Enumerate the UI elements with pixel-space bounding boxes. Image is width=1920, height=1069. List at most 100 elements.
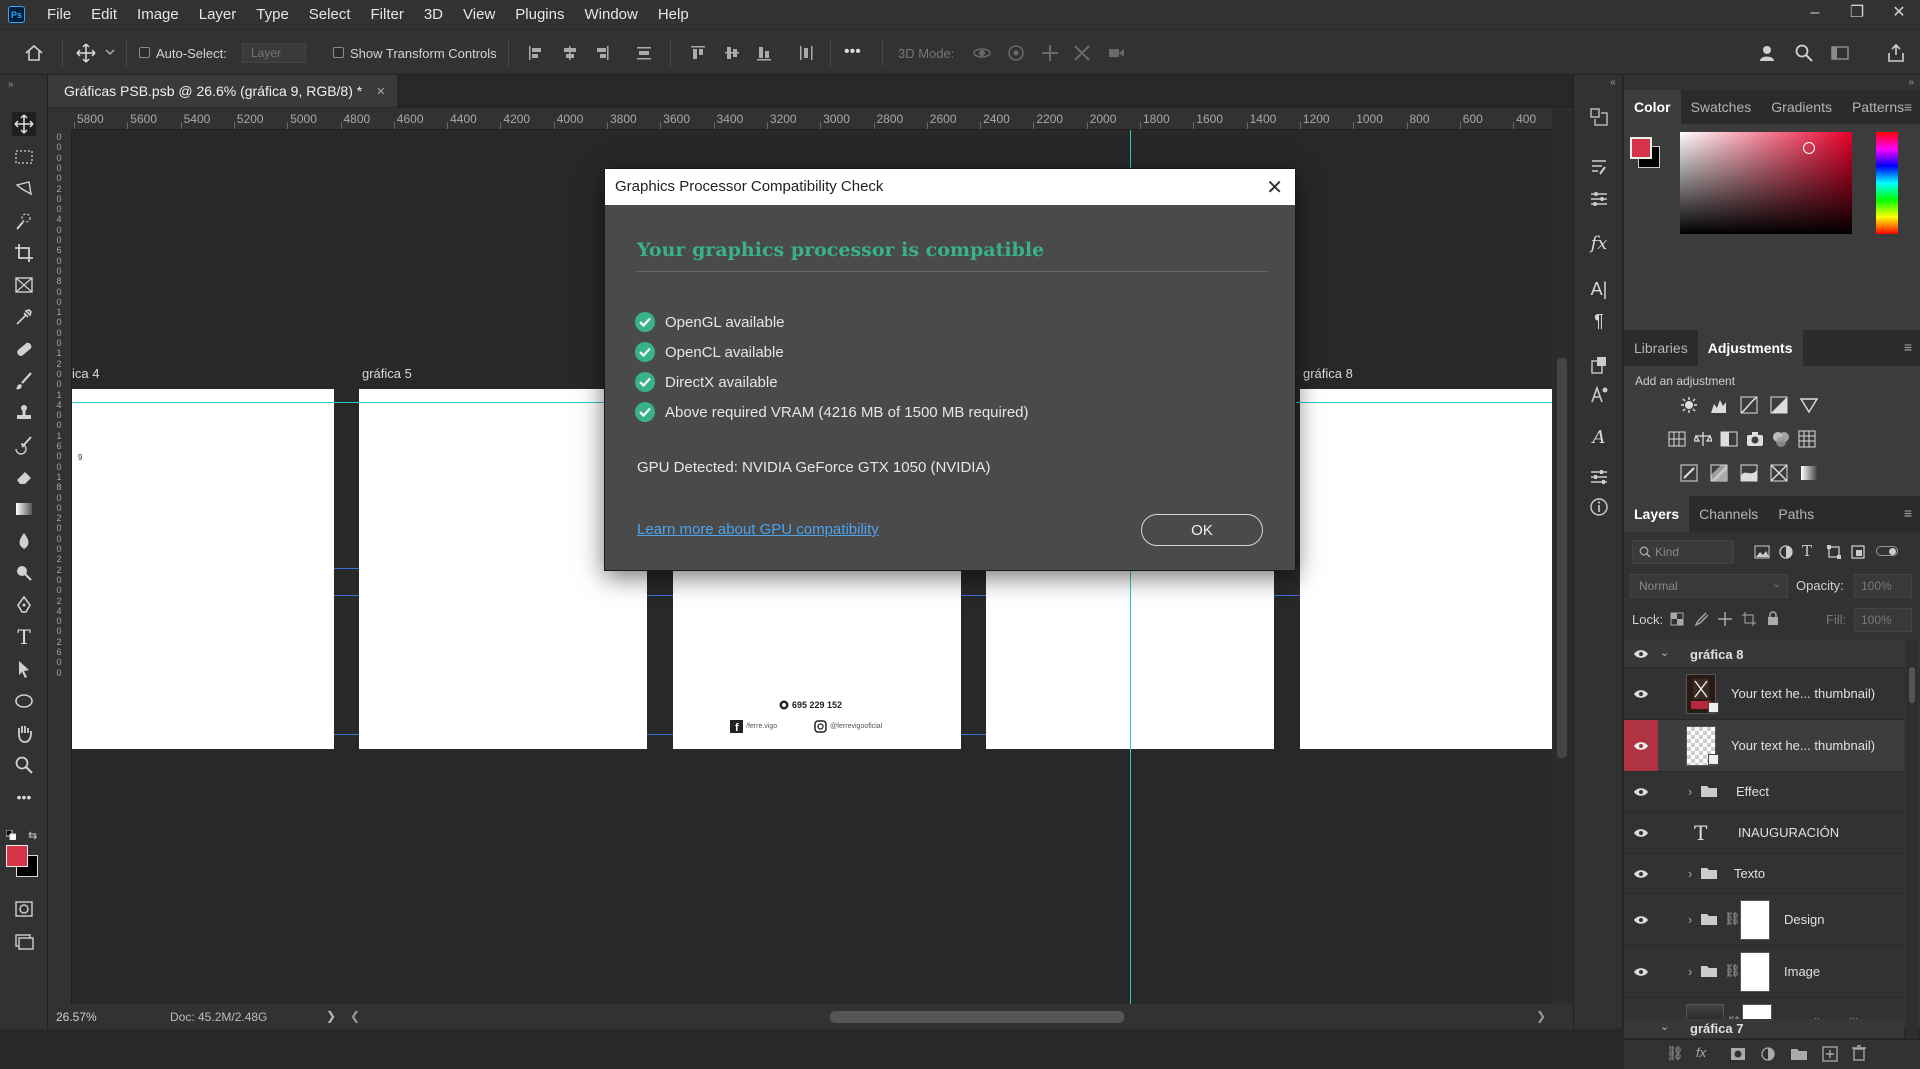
- menu-edit[interactable]: Edit: [81, 0, 127, 29]
- opacity-field[interactable]: 100%: [1854, 574, 1912, 598]
- group-expand-icon[interactable]: ›: [1688, 784, 1692, 799]
- channel-mixer-icon[interactable]: [1772, 430, 1790, 448]
- hue-saturation-icon[interactable]: [1668, 430, 1686, 448]
- align-left-icon[interactable]: [526, 43, 546, 63]
- layers-panel-menu-icon[interactable]: ≡: [1904, 505, 1912, 521]
- tab-gradients[interactable]: Gradients: [1761, 90, 1842, 124]
- dialog-close-icon[interactable]: ✕: [1266, 175, 1283, 200]
- vibrance-icon[interactable]: [1800, 396, 1818, 414]
- menu-plugins[interactable]: Plugins: [505, 0, 574, 29]
- clone-stamp-tool[interactable]: [12, 401, 36, 425]
- collapse-arrows-icon[interactable]: »: [8, 79, 14, 90]
- status-menu-arrow[interactable]: ❯: [326, 1009, 336, 1023]
- gradient-tool[interactable]: [12, 497, 36, 521]
- brush-settings-icon[interactable]: [1587, 155, 1611, 179]
- crop-tool[interactable]: [12, 241, 36, 265]
- quick-mask-icon[interactable]: [12, 897, 36, 921]
- fill-field[interactable]: 100%: [1854, 608, 1912, 632]
- visibility-eye-icon[interactable]: [1624, 854, 1658, 893]
- tab-paths[interactable]: Paths: [1768, 496, 1824, 532]
- hand-tool[interactable]: [12, 721, 36, 745]
- layer-row[interactable]: › ⛓ Image: [1624, 946, 1904, 998]
- layer-row[interactable]: ⌄ gráfica 8: [1624, 640, 1904, 668]
- foreground-color-swatch[interactable]: [6, 845, 28, 867]
- hue-slider[interactable]: [1876, 132, 1898, 234]
- artboard-label-8[interactable]: gráfica 8: [1303, 366, 1353, 381]
- adjustments-panel-menu-icon[interactable]: ≡: [1904, 339, 1912, 355]
- gpu-compatibility-link[interactable]: Learn more about GPU compatibility: [637, 521, 879, 538]
- curves-icon[interactable]: [1740, 396, 1758, 414]
- blend-mode-dropdown[interactable]: Normal ⌄: [1630, 574, 1788, 598]
- history-brush-tool[interactable]: [12, 433, 36, 457]
- healing-brush-tool[interactable]: [12, 337, 36, 361]
- quick-select-tool[interactable]: [12, 209, 36, 233]
- lock-all-icon[interactable]: [1766, 611, 1780, 626]
- adjustments-icon[interactable]: [1587, 465, 1611, 489]
- layer-row[interactable]: T INAUGURACIÓN: [1624, 812, 1904, 854]
- color-panel-fg-swatch[interactable]: [1630, 137, 1652, 159]
- zoom-tool[interactable]: [12, 753, 36, 777]
- visibility-eye-icon[interactable]: [1624, 894, 1658, 945]
- filter-adjustment-icon[interactable]: [1778, 544, 1794, 560]
- properties-icon[interactable]: [1587, 187, 1611, 211]
- 3d-pan-icon[interactable]: [1040, 43, 1060, 63]
- mask-link-icon[interactable]: ⛓: [1724, 963, 1741, 979]
- color-balance-icon[interactable]: [1694, 430, 1712, 448]
- styles-fx-icon[interactable]: fx: [1587, 231, 1611, 255]
- exposure-icon[interactable]: [1770, 396, 1788, 414]
- distribute-vertical-icon[interactable]: [796, 43, 816, 63]
- clone-source-icon[interactable]: [1587, 353, 1611, 377]
- screen-mode-icon[interactable]: [12, 929, 36, 953]
- blur-tool[interactable]: [12, 529, 36, 553]
- lock-transparent-icon[interactable]: [1670, 612, 1684, 626]
- visibility-eye-icon[interactable]: [1624, 668, 1658, 719]
- align-bottom-icon[interactable]: [754, 43, 774, 63]
- dock-collapse-icon[interactable]: «: [1610, 77, 1616, 88]
- color-lookup-icon[interactable]: [1798, 430, 1816, 448]
- brush-tool[interactable]: [12, 369, 36, 393]
- menu-help[interactable]: Help: [648, 0, 699, 29]
- filter-type-icon[interactable]: T: [1802, 542, 1812, 560]
- layer-row[interactable]: ⌄ gráfica 7: [1624, 1019, 1904, 1039]
- layer-row[interactable]: › Texto: [1624, 854, 1904, 894]
- 3d-scale-icon[interactable]: [1106, 43, 1126, 63]
- document-tab[interactable]: Gráficas PSB.psb @ 26.6% (gráfica 9, RGB…: [48, 75, 398, 107]
- more-tools-icon[interactable]: •••: [12, 785, 36, 809]
- tab-swatches[interactable]: Swatches: [1681, 90, 1762, 124]
- glyph-style-icon[interactable]: A: [1587, 425, 1611, 449]
- zoom-level[interactable]: 26.57%: [56, 1010, 97, 1024]
- selective-color-icon[interactable]: [1770, 464, 1788, 482]
- share-icon[interactable]: [1886, 43, 1906, 63]
- document-info[interactable]: Doc: 45.2M/2.48G: [170, 1010, 267, 1024]
- canvas-vertical-scrollbar[interactable]: [1552, 108, 1573, 1004]
- tab-color[interactable]: Color: [1624, 90, 1681, 124]
- type-tool-icon[interactable]: T: [12, 625, 36, 649]
- new-group-icon[interactable]: [1790, 1047, 1808, 1061]
- more-options-button[interactable]: •••: [844, 43, 861, 61]
- eraser-tool[interactable]: [12, 465, 36, 489]
- move-tool[interactable]: [12, 112, 36, 136]
- color-spectrum-field[interactable]: [1680, 132, 1852, 234]
- menu-select[interactable]: Select: [299, 0, 361, 29]
- invert-icon[interactable]: [1680, 464, 1698, 482]
- ok-button[interactable]: OK: [1141, 514, 1263, 546]
- menu-view[interactable]: View: [453, 0, 505, 29]
- 3d-roll-icon[interactable]: [1006, 43, 1026, 63]
- filter-pixel-icon[interactable]: [1754, 544, 1770, 560]
- default-colors-icon[interactable]: [6, 830, 16, 840]
- home-icon[interactable]: [24, 43, 44, 63]
- layer-row[interactable]: Your text he... thumbnail): [1624, 720, 1904, 772]
- color-picker-handle[interactable]: [1803, 142, 1815, 154]
- posterize-icon[interactable]: [1710, 464, 1728, 482]
- restore-button[interactable]: ❐: [1836, 0, 1878, 29]
- layers-scrollbar[interactable]: [1906, 641, 1918, 1039]
- 3d-slide-icon[interactable]: [1072, 43, 1092, 63]
- horizontal-ruler[interactable]: 5800 5600 5400 5200 5000 4800 4600 4400 4200 4000…: [72, 108, 1572, 130]
- marquee-tool[interactable]: [12, 145, 36, 169]
- menu-type[interactable]: Type: [246, 0, 299, 29]
- share-user-icon[interactable]: [1758, 43, 1778, 63]
- mask-link-icon[interactable]: ⛓: [1724, 911, 1741, 927]
- layer-row[interactable]: Your text he... thumbnail): [1624, 668, 1904, 720]
- pen-tool[interactable]: [12, 593, 36, 617]
- new-layer-icon[interactable]: [1822, 1046, 1838, 1062]
